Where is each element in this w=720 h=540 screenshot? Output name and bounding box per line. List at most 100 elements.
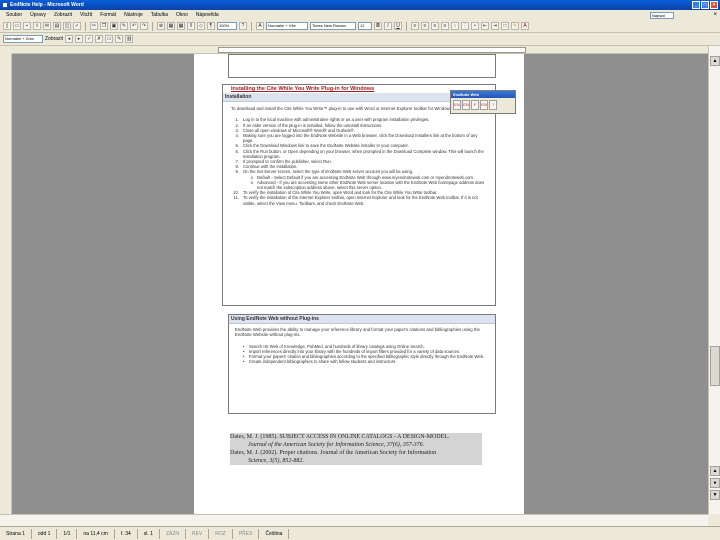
endnote-web-toolbar[interactable]: EndNote Web EN EN F EN ? [450,90,516,114]
paste-icon[interactable]: ▣ [110,22,118,30]
bullets-icon[interactable]: • [471,22,479,30]
reviewing-pane-icon[interactable]: ▥ [125,35,134,43]
status-track[interactable]: REV [186,528,210,539]
previous-change-icon[interactable]: ◂ [65,35,74,43]
format-painter-icon[interactable]: ✎ [120,22,128,30]
font-color-icon[interactable]: A [521,22,529,30]
list-item: o Advanced - If you are accessing some ot… [250,179,485,190]
menu-edit[interactable]: Úpravy [30,12,46,18]
scroll-thumb[interactable] [710,346,720,386]
new-document-icon[interactable]: ▯ [3,22,11,30]
document-close-icon[interactable]: × [713,12,717,18]
underline-button[interactable]: U [394,22,402,30]
scroll-up-icon[interactable]: ▲ [710,56,720,66]
open-icon[interactable]: ▭ [13,22,21,30]
styles-pane-icon[interactable]: A [256,22,264,30]
track-changes-icon[interactable]: ✎ [115,35,124,43]
endnote-help-icon[interactable]: ? [489,100,497,110]
horizontal-scrollbar[interactable] [0,514,708,526]
increase-indent-icon[interactable]: ⇥ [491,22,499,30]
font-select[interactable]: Times New Roman [310,22,356,30]
decrease-indent-icon[interactable]: ⇤ [481,22,489,30]
accept-change-icon[interactable]: ✓ [85,35,94,43]
ruler-text-area [218,47,526,53]
font-size-select[interactable]: 12 [358,22,372,30]
drawing-icon[interactable]: ◇ [197,22,205,30]
endnote-format-bibliography-icon[interactable]: EN [462,100,470,110]
spelling-icon[interactable]: ✓ [73,22,81,30]
menu-table[interactable]: Tabulka [151,12,168,18]
mail-icon[interactable]: ✉ [43,22,51,30]
redo-icon[interactable]: ↷ [140,22,148,30]
endnote-find-citations-icon[interactable]: EN [453,100,461,110]
install-steps: 1. Log in to the local machine with admin… [223,117,495,205]
numbering-icon[interactable]: ⋮ [461,22,469,30]
highlight-icon[interactable]: ✎ [511,22,519,30]
status-overtype[interactable]: PŘES [233,528,260,539]
print-icon[interactable]: ▤ [53,22,61,30]
endnote-web-icons: EN EN F EN ? [451,98,515,112]
align-left-icon[interactable]: ≡ [411,22,419,30]
zoom-select[interactable]: 100% [217,22,237,30]
bold-button[interactable]: B [374,22,382,30]
status-extend[interactable]: ROZ [209,528,233,539]
save-icon[interactable]: ▪ [23,22,31,30]
copy-icon[interactable]: ❐ [100,22,108,30]
menu-insert[interactable]: Vložit [80,12,92,18]
align-right-icon[interactable]: ≡ [431,22,439,30]
status-position: na 11,4 cm [77,528,115,539]
line-spacing-icon[interactable]: ↕ [451,22,459,30]
horizontal-ruler[interactable] [12,46,708,54]
reference-entry: Dates, M. J. (1985). SUBJECT ACCESS IN O… [230,433,482,449]
reference-list[interactable]: Dates, M. J. (1985). SUBJECT ACCESS IN O… [230,433,482,465]
endnote-go-to-web-icon[interactable]: EN [480,100,488,110]
menu-window[interactable]: Okno [176,12,188,18]
list-item: • Create independent bibliographies to sh… [243,359,397,365]
style-select[interactable]: Normální + Věe [266,22,308,30]
reject-change-icon[interactable]: ✗ [95,35,104,43]
list-item: 4. Making sure you are logged into the En… [235,132,478,144]
list-item: 11. To verify the installation of the Int… [233,195,478,206]
reference-entry: Dates, M. J. (2002). Proper citations. J… [230,449,482,465]
vertical-ruler[interactable] [0,54,12,514]
italic-button[interactable]: I [384,22,392,30]
select-browse-object-icon[interactable]: ● [710,478,720,488]
insert-table-icon[interactable]: ▦ [177,22,185,30]
display-for-review-select[interactable]: Normální + Zobr [3,35,43,43]
permission-icon[interactable]: ◊ [33,22,41,30]
next-change-icon[interactable]: ▸ [75,35,84,43]
menu-tools[interactable]: Nástroje [124,12,143,18]
vertical-scrollbar[interactable]: ▲ ▲ ● ▼ [708,46,720,514]
justify-icon[interactable]: ≡ [441,22,449,30]
menu-file[interactable]: Soubor [6,12,22,18]
menu-view[interactable]: Zobrazit [54,12,72,18]
toolbar-separator [85,21,86,31]
tables-icon[interactable]: ▦ [167,22,175,30]
cut-icon[interactable]: ✂ [90,22,98,30]
no-plugins-help-panel: Using EndNote Web without Plug-ins EndNo… [228,314,496,414]
next-page-icon[interactable]: ▼ [710,490,720,500]
menu-format[interactable]: Formát [100,12,116,18]
border-icon[interactable]: □ [501,22,509,30]
undo-icon[interactable]: ↶ [130,22,138,30]
status-record[interactable]: ZÁZN [160,528,186,539]
align-center-icon[interactable]: ≡ [421,22,429,30]
show-menu-button[interactable]: Zobrazit [45,36,63,42]
show-hide-icon[interactable]: ¶ [207,22,215,30]
hyperlink-icon[interactable]: ⊕ [157,22,165,30]
list-item: 6. Click the Run button, or Open dependin… [235,148,484,159]
insert-comment-icon[interactable]: ▭ [105,35,114,43]
maximize-button[interactable]: □ [701,1,709,9]
help-search-input[interactable]: Napsat dotaz [650,12,674,24]
status-bar: Strana 1 odd 1 1/1 na 11,4 cm ř. 34 sl. … [0,526,720,540]
endnote-edit-citation-icon[interactable]: F [471,100,479,110]
no-plugins-bullets: • Search ISI Web of Knowledge, PubMed, an… [229,342,495,365]
close-button[interactable]: × [710,1,718,9]
help-icon[interactable]: ? [239,22,247,30]
print-preview-icon[interactable]: ◫ [63,22,71,30]
window-title: EndNote Help - Microsoft Word [10,2,84,8]
minimize-button[interactable]: _ [692,1,700,9]
previous-page-icon[interactable]: ▲ [710,466,720,476]
menu-help[interactable]: Nápověda [196,12,219,18]
columns-icon[interactable]: ‖ [187,22,195,30]
